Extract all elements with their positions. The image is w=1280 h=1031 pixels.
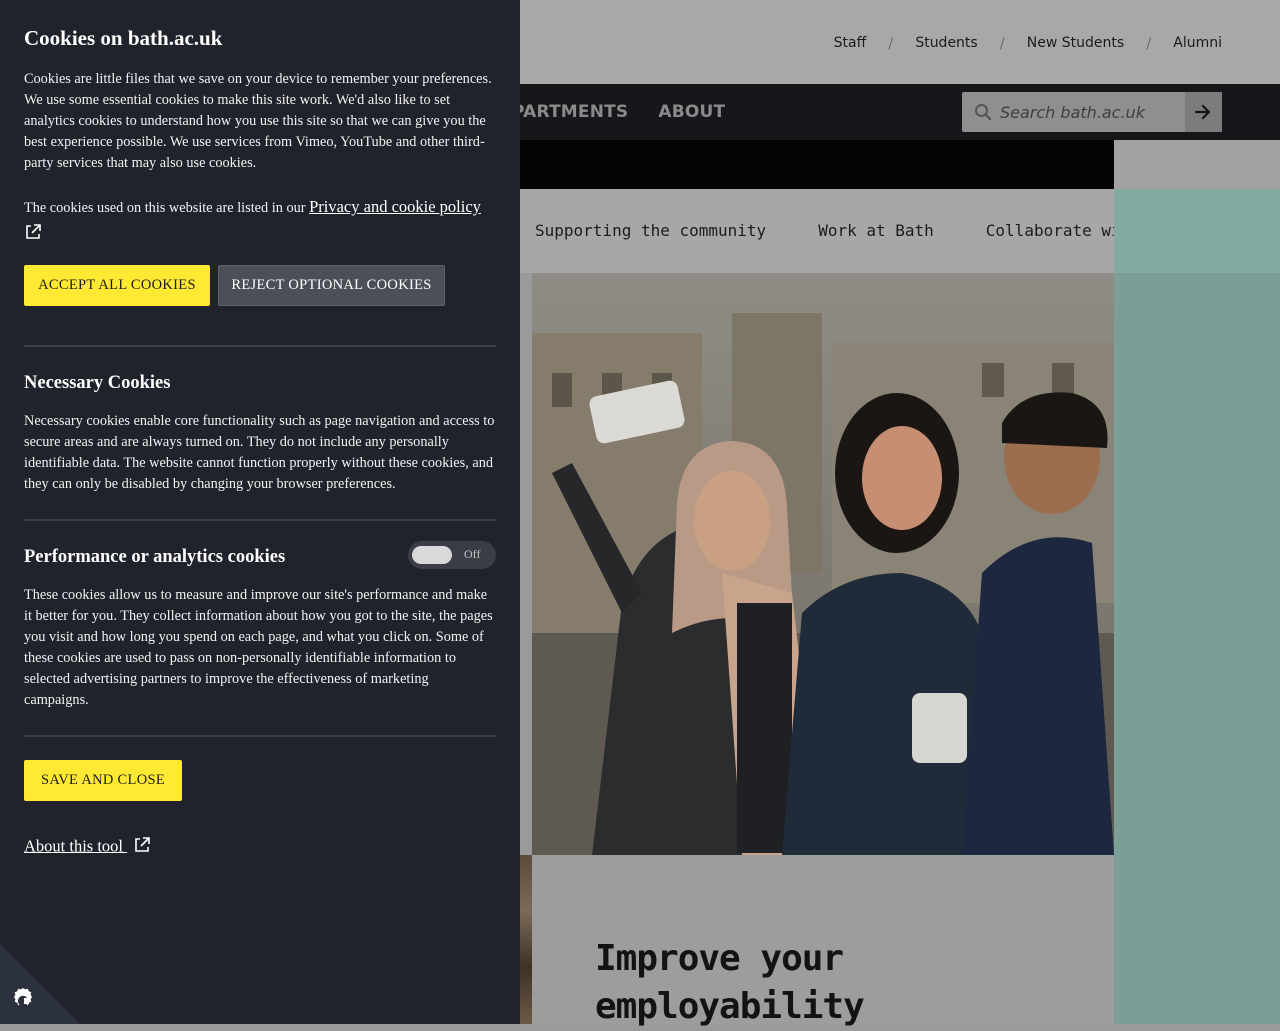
cookie-consent-panel: Cookies on bath.ac.uk Cookies are little… (0, 0, 520, 1024)
save-and-close-button[interactable]: SAVE AND CLOSE (24, 760, 182, 801)
analytics-cookies-toggle[interactable]: Off (408, 541, 496, 569)
cookie-policy-text: The cookies used on this website are lis… (24, 193, 496, 251)
analytics-cookies-heading: Performance or analytics cookies (24, 547, 286, 567)
analytics-cookies-text: These cookies allow us to measure and im… (24, 587, 493, 708)
promo-headline-line1: Improve your (595, 938, 844, 979)
about-this-tool-label: About this tool (24, 836, 124, 856)
nav-separator: / (999, 34, 1005, 52)
search-submit-button[interactable] (1185, 92, 1222, 132)
search-input[interactable] (962, 92, 1184, 132)
utility-link-new-students[interactable]: New Students (1027, 35, 1124, 51)
main-nav-departments[interactable]: PARTMENTS (512, 102, 628, 122)
cookie-intro-text: Cookies are little files that we save on… (24, 71, 492, 171)
promo-headline: Improve your employability (595, 935, 865, 1031)
promo-headline-line2: employability (595, 986, 865, 1027)
cookie-panel-title: Cookies on bath.ac.uk (24, 26, 223, 50)
sub-nav-work-at-bath[interactable]: Work at Bath (818, 221, 934, 240)
divider (24, 519, 496, 521)
teal-side-panel (1114, 189, 1280, 1024)
main-nav-about[interactable]: ABOUT (658, 102, 725, 122)
secondary-photo-edge (520, 855, 532, 1024)
toggle-knob (412, 546, 452, 564)
cookie-policy-prefix: The cookies used on this website are lis… (24, 200, 310, 216)
main-nav: PARTMENTS ABOUT (512, 102, 725, 122)
external-link-icon (133, 836, 151, 859)
utility-link-alumni[interactable]: Alumni (1173, 35, 1222, 51)
utility-link-staff[interactable]: Staff (834, 35, 867, 51)
necessary-cookies-text: Necessary cookies enable core functional… (24, 413, 495, 492)
about-this-tool-link[interactable]: About this tool (24, 836, 151, 859)
privacy-policy-link[interactable]: Privacy and cookie policy (309, 197, 481, 216)
reject-optional-cookies-button[interactable]: REJECT OPTIONAL COOKIES (218, 265, 445, 306)
teal-side-header (1114, 189, 1280, 273)
cookie-settings-badge[interactable] (0, 944, 80, 1024)
nav-separator: / (888, 34, 894, 52)
utility-link-students[interactable]: Students (915, 35, 977, 51)
sub-nav: Supporting the community Work at Bath Co… (535, 221, 1169, 240)
external-link-icon[interactable] (24, 223, 42, 251)
sub-nav-supporting-community[interactable]: Supporting the community (535, 221, 766, 240)
utility-nav: Staff / Students / New Students / Alumni (834, 34, 1222, 52)
hero-photo (532, 273, 1114, 855)
accept-all-cookies-button[interactable]: ACCEPT ALL COOKIES (24, 265, 210, 306)
students-selfie-image (532, 273, 1114, 855)
search-box (962, 92, 1222, 132)
divider (24, 345, 496, 347)
toggle-state-label: Off (464, 547, 481, 561)
necessary-cookies-heading: Necessary Cookies (24, 373, 171, 393)
nav-separator: / (1146, 34, 1152, 52)
divider (24, 735, 496, 737)
hero-strip (520, 140, 1114, 189)
side-panel-top (1114, 140, 1280, 189)
